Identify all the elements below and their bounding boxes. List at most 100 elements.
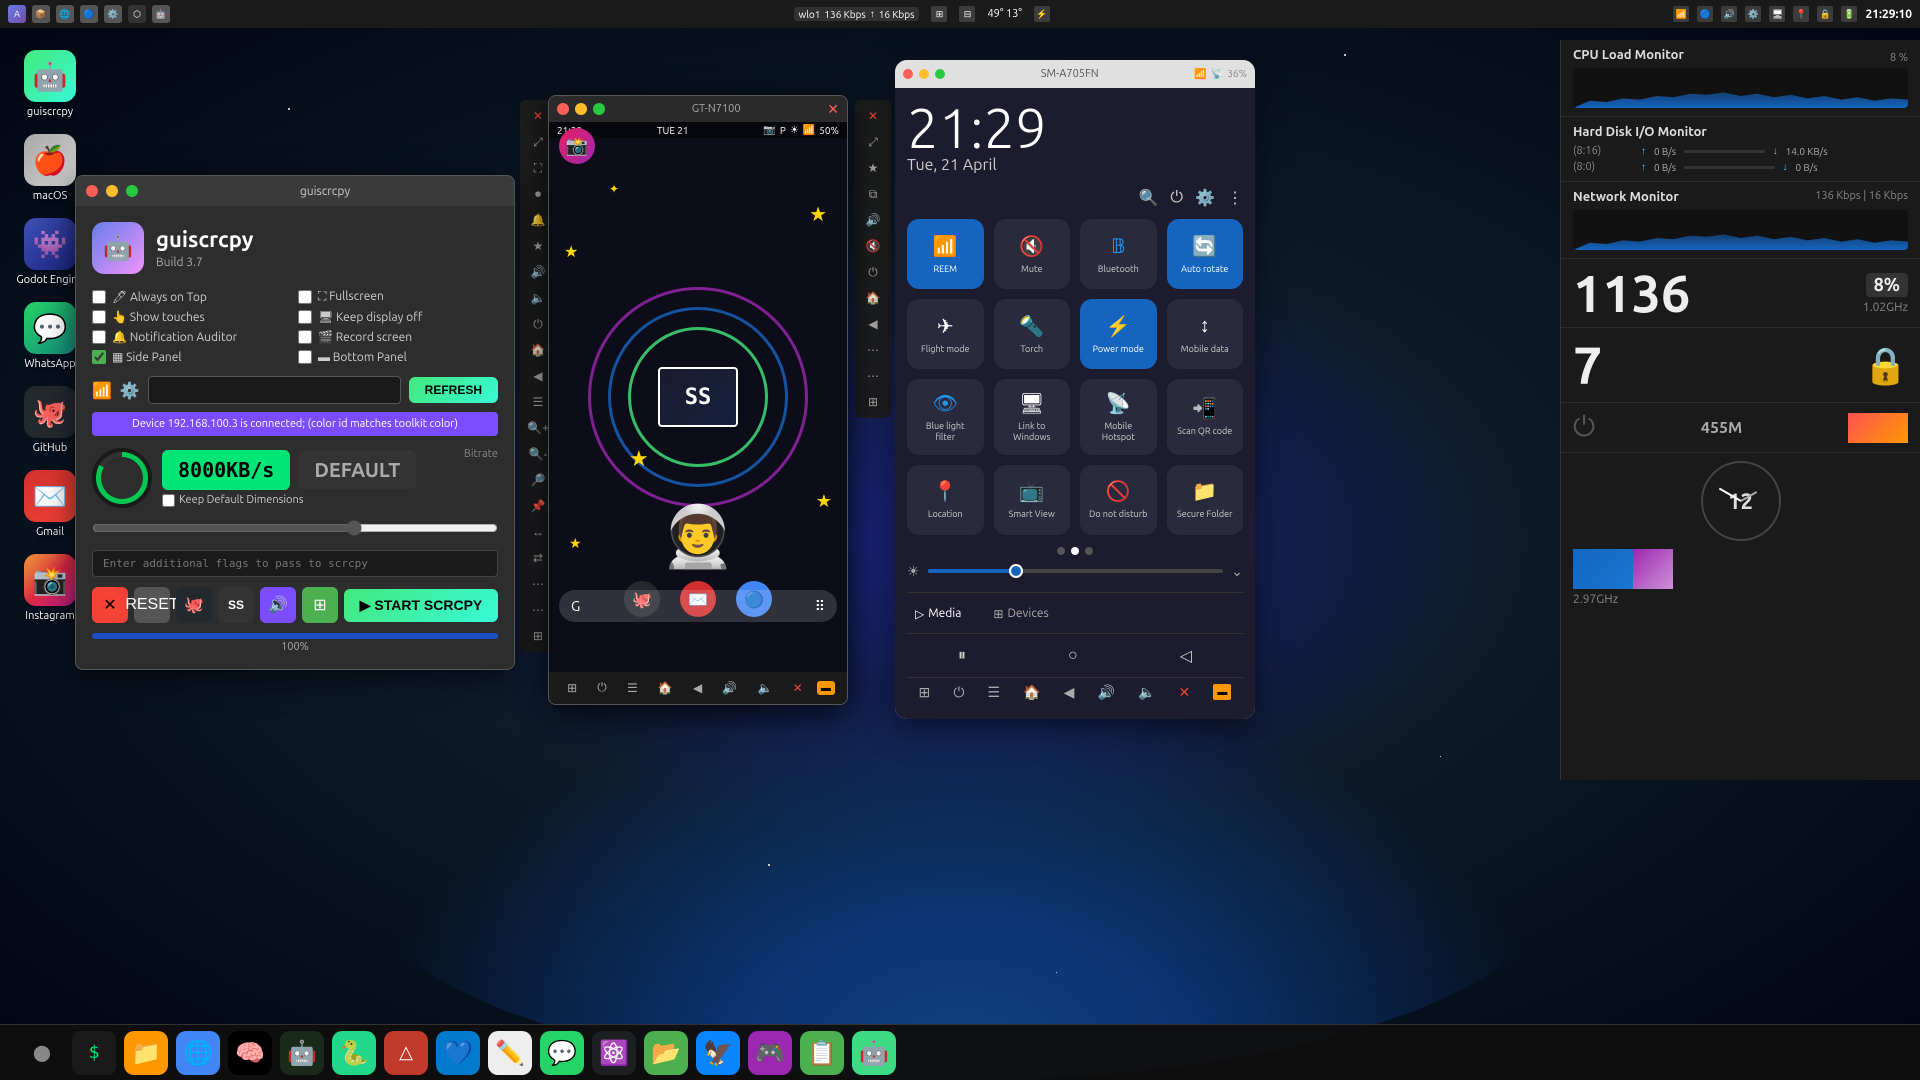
taskbar-intellij[interactable]: 🧠 <box>228 1031 272 1075</box>
taskbar-app2[interactable]: 🎮 <box>748 1031 792 1075</box>
qs-tile-power-mode[interactable]: ⚡ Power mode <box>1080 299 1157 369</box>
ctrl-menu-btn[interactable]: ☰ <box>621 679 644 697</box>
taskbar-chrome[interactable]: 🌐 <box>176 1031 220 1075</box>
screenshot-button[interactable]: SS <box>218 587 254 623</box>
qs-tile-link-windows[interactable]: 🖥 Link to Windows <box>994 379 1071 455</box>
bitrate-knob[interactable] <box>92 448 152 508</box>
checkbox-keep-display[interactable]: 🖥 Keep display off <box>298 310 498 324</box>
audio-button[interactable]: 🔊 <box>260 587 296 623</box>
panel-power-nav-btn[interactable]: ⏻ <box>953 684 964 701</box>
ctrl-close-btn[interactable]: ✕ <box>787 679 809 697</box>
device-input[interactable]: 192.168.100.3:5555 : device <box>148 376 401 404</box>
qs-search-icon[interactable]: 🔍 <box>1139 188 1159 207</box>
checkbox-always-on-top[interactable]: 🖊 Always on Top <box>92 290 292 304</box>
checkbox-record-screen[interactable]: 🎬 Record screen <box>298 330 498 344</box>
qs-power-icon[interactable]: ⏻ <box>1170 188 1183 207</box>
close-action-button[interactable]: ✕ <box>92 587 128 623</box>
cb-show-touches[interactable] <box>92 310 106 324</box>
panel-pause-btn[interactable]: ⏸ <box>946 642 978 669</box>
taskbar-vscode[interactable]: 💙 <box>436 1031 480 1075</box>
minimize-button[interactable] <box>106 185 118 197</box>
rt-mute-btn[interactable]: 🔇 <box>858 234 888 258</box>
phone-instagram-icon[interactable]: 📸 <box>559 128 595 164</box>
taskbar-atom[interactable]: ⚛️ <box>592 1031 636 1075</box>
taskbar-godot2[interactable]: △ <box>384 1031 428 1075</box>
qs-tile-flight[interactable]: ✈ Flight mode <box>907 299 984 369</box>
panel-min-btn[interactable] <box>919 69 929 79</box>
checkbox-bottom-panel[interactable]: ▬ Bottom Panel <box>298 350 498 364</box>
taskbar-androidstudio[interactable]: 🤖 <box>280 1031 324 1075</box>
cb-keep-dim[interactable] <box>162 494 175 507</box>
rt-expand-btn[interactable]: ⤢ <box>858 130 888 154</box>
brightness-expand-icon[interactable]: ⌄ <box>1231 563 1243 580</box>
qs-tile-secure-folder[interactable]: 📁 Secure Folder <box>1167 465 1244 535</box>
close-button[interactable] <box>86 185 98 197</box>
phone-screen[interactable]: 21:29 TUE 21 📷 P ☀ 📶 50% 📸 SS ★ ★ ✦ ★ ★ … <box>549 122 847 672</box>
cb-fullscreen[interactable] <box>298 290 312 304</box>
desktop-icon-guiscrcpy[interactable]: 🤖 guiscrcpy <box>10 46 90 122</box>
rt-copy-btn[interactable]: ⧉ <box>858 182 888 206</box>
cb-notif-auditor[interactable] <box>92 330 106 344</box>
taskbar-terminal[interactable]: $ <box>72 1031 116 1075</box>
panel-vol-dn-nav-btn[interactable]: 🔈 <box>1138 684 1155 701</box>
qs-tile-location[interactable]: 📍 Location <box>907 465 984 535</box>
qs-tile-mobile-data[interactable]: ↕ Mobile data <box>1167 299 1244 369</box>
rt-dots-btn[interactable]: ⊞ <box>858 390 888 414</box>
ctrl-back-btn[interactable]: ◀ <box>687 679 708 697</box>
brightness-slider[interactable] <box>928 569 1224 573</box>
taskbar-pycharm[interactable]: 🐍 <box>332 1031 376 1075</box>
phone-max-btn[interactable] <box>593 103 605 115</box>
rt-close-btn[interactable]: ✕ <box>858 104 888 128</box>
panel-menu-nav-btn[interactable]: ☰ <box>988 684 1001 701</box>
slider-row[interactable] <box>92 520 498 540</box>
cb-keep-display[interactable] <box>298 310 312 324</box>
taskbar-nemo[interactable]: 📂 <box>644 1031 688 1075</box>
bitrate-slider[interactable] <box>92 520 498 536</box>
qs-tile-bluetooth[interactable]: 𝔹 Bluetooth <box>1080 219 1157 289</box>
qs-tile-auto-rotate[interactable]: 🔄 Auto rotate <box>1167 219 1244 289</box>
rt-power-btn[interactable]: ⏻ <box>858 260 888 284</box>
panel-close-nav-btn[interactable]: ✕ <box>1179 684 1191 701</box>
cb-bottom-panel[interactable] <box>298 350 312 364</box>
checkbox-notif-auditor[interactable]: 🔔 Notification Auditor <box>92 330 292 344</box>
qs-tile-dnd[interactable]: 🚫 Do not disturb <box>1080 465 1157 535</box>
github-button[interactable]: 🐙 <box>176 587 212 623</box>
panel-home-btn[interactable]: ○ <box>1056 642 1090 669</box>
panel-close-btn[interactable] <box>903 69 913 79</box>
taskbar-thunderbird[interactable]: 🦅 <box>696 1031 740 1075</box>
panel-home-nav-btn[interactable]: 🏠 <box>1023 684 1040 701</box>
phone-min-btn[interactable] <box>575 103 587 115</box>
ctrl-orange-btn[interactable]: ▬ <box>817 681 835 695</box>
keep-dim-check[interactable]: Keep Default Dimensions <box>162 494 454 507</box>
taskbar-files[interactable]: 📁 <box>124 1031 168 1075</box>
qs-tile-smart-view[interactable]: 📺 Smart View <box>994 465 1071 535</box>
qs-tile-mute[interactable]: 🔇 Mute <box>994 219 1071 289</box>
qs-tile-hotspot[interactable]: 📡 Mobile Hotspot <box>1080 379 1157 455</box>
taskbar-inkscape[interactable]: ✏️ <box>488 1031 532 1075</box>
ctrl-power-btn[interactable]: ⏻ <box>591 679 613 697</box>
rt-more2-btn[interactable]: ⋯ <box>858 364 888 388</box>
maximize-button[interactable] <box>126 185 138 197</box>
phone-close-btn[interactable] <box>557 103 569 115</box>
panel-vol-up-nav-btn[interactable]: 🔊 <box>1098 684 1115 701</box>
ctrl-vol-up-btn[interactable]: 🔊 <box>716 679 743 697</box>
ctrl-grid-btn[interactable]: ⊞ <box>561 679 583 697</box>
panel-back-btn[interactable]: ◁ <box>1168 642 1204 669</box>
taskbar-whatsapp2[interactable]: 💬 <box>540 1031 584 1075</box>
devices-tab[interactable]: ⊞ Devices <box>985 603 1056 625</box>
flags-input[interactable] <box>92 550 498 577</box>
checkbox-side-panel[interactable]: ▦ Side Panel <box>92 350 292 364</box>
rt-vol-btn[interactable]: 🔊 <box>858 208 888 232</box>
ctrl-home-btn[interactable]: 🏠 <box>652 679 679 697</box>
qs-more-icon[interactable]: ⋮ <box>1227 188 1243 207</box>
checkbox-fullscreen[interactable]: ⛶ Fullscreen <box>298 290 498 304</box>
media-tab[interactable]: ▷ Media <box>907 603 969 625</box>
refresh-button[interactable]: REFRESH <box>409 377 498 403</box>
start-scrcpy-button[interactable]: ▶ START SCRCPY <box>344 589 498 622</box>
cb-always-on-top[interactable] <box>92 290 106 304</box>
qs-tile-scan-qr[interactable]: 📲 Scan QR code <box>1167 379 1244 455</box>
reset-button[interactable]: RESET <box>134 587 170 623</box>
grid-button[interactable]: ⊞ <box>302 587 338 623</box>
phone-search-bar[interactable]: G ⠿ <box>559 590 837 622</box>
panel-orange-btn[interactable]: ▬ <box>1213 684 1231 700</box>
